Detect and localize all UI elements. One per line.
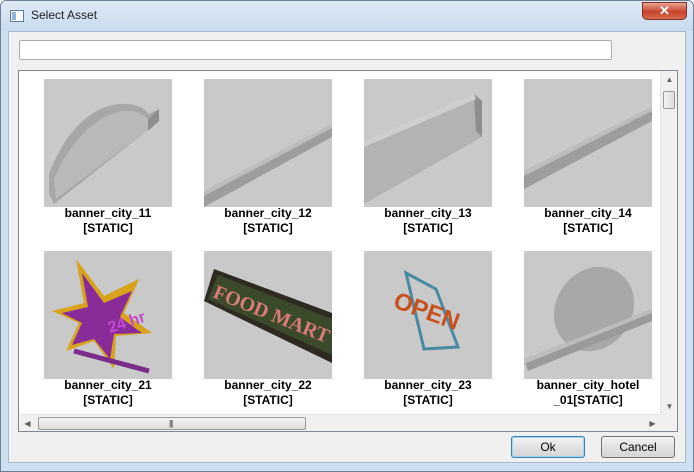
asset-name: banner_city_12: [224, 206, 312, 220]
scroll-down-icon[interactable]: ▼: [661, 398, 677, 415]
asset-tile[interactable]: 24 hr banner_city_21 [STATIC]: [34, 251, 184, 421]
asset-grid: banner_city_11 [STATIC] banner_city_12 […: [18, 70, 678, 432]
starburst-sign-icon: 24 hr: [52, 259, 152, 374]
asset-type: _01[STATIC]: [553, 393, 623, 407]
asset-caption: banner_city_21 [STATIC]: [28, 378, 188, 408]
asset-thumbnail: [524, 79, 652, 207]
asset-tile[interactable]: FOOD MART banner_city_22 [STATIC]: [194, 251, 344, 421]
asset-tile[interactable]: banner_city_12 [STATIC]: [194, 79, 344, 249]
asset-type: [STATIC]: [83, 221, 133, 235]
window-title: Select Asset: [31, 8, 98, 22]
asset-thumbnail: 24 hr: [44, 251, 172, 379]
asset-thumbnail: [524, 251, 652, 379]
asset-thumbnail: [44, 79, 172, 207]
select-asset-dialog: Select Asset ✕ banner_city_11 [STATIC] b…: [0, 0, 694, 472]
food-mart-sign-icon: FOOD MART: [204, 269, 332, 363]
hotel-sign-icon: [524, 266, 652, 371]
asset-tile[interactable]: banner_city_14 [STATIC]: [514, 79, 664, 249]
asset-type: [STATIC]: [243, 393, 293, 407]
asset-tile[interactable]: banner_city_13 [STATIC]: [354, 79, 504, 249]
asset-thumbnail: [364, 79, 492, 207]
asset-type: [STATIC]: [243, 221, 293, 235]
asset-tile[interactable]: banner_city_hotel _01[STATIC]: [514, 251, 664, 421]
asset-type: [STATIC]: [403, 221, 453, 235]
search-input[interactable]: [19, 40, 612, 60]
ok-button[interactable]: Ok: [511, 436, 585, 458]
asset-caption: banner_city_12 [STATIC]: [188, 206, 348, 236]
scroll-up-icon[interactable]: ▲: [661, 71, 677, 88]
asset-caption: banner_city_14 [STATIC]: [508, 206, 668, 236]
asset-name: banner_city_11: [64, 206, 152, 220]
asset-name: banner_city_hotel: [536, 378, 640, 392]
title-bar[interactable]: Select Asset ✕: [1, 1, 693, 31]
asset-tile[interactable]: OPEN banner_city_23 [STATIC]: [354, 251, 504, 421]
asset-caption: banner_city_hotel _01[STATIC]: [508, 378, 668, 408]
asset-caption: banner_city_11 [STATIC]: [28, 206, 188, 236]
banner-mesh-icon: [204, 124, 332, 207]
asset-type: [STATIC]: [563, 221, 613, 235]
open-text: OPEN: [390, 287, 463, 336]
vertical-scroll-thumb[interactable]: [663, 91, 675, 109]
scrollbar-corner: [660, 414, 677, 431]
horizontal-scroll-thumb[interactable]: |||: [38, 417, 306, 430]
horizontal-scrollbar[interactable]: ◀ ||| ▶: [19, 414, 661, 431]
grip-icon: |||: [169, 419, 173, 428]
banner-mesh-icon: [364, 94, 482, 204]
asset-thumbnail: FOOD MART: [204, 251, 332, 379]
scroll-right-icon[interactable]: ▶: [644, 415, 661, 431]
asset-name: banner_city_23: [384, 378, 472, 392]
asset-tile[interactable]: banner_city_11 [STATIC]: [34, 79, 184, 249]
banner-mesh-icon: [49, 103, 159, 204]
asset-thumbnail: [204, 79, 332, 207]
asset-caption: banner_city_23 [STATIC]: [348, 378, 508, 408]
scroll-left-icon[interactable]: ◀: [19, 415, 36, 431]
asset-type: [STATIC]: [403, 393, 453, 407]
window-icon: [10, 10, 24, 22]
open-sign-icon: OPEN: [390, 270, 463, 351]
close-button[interactable]: ✕: [642, 2, 687, 20]
asset-name: banner_city_13: [384, 206, 472, 220]
asset-name: banner_city_22: [224, 378, 312, 392]
asset-name: banner_city_21: [64, 378, 152, 392]
asset-caption: banner_city_22 [STATIC]: [188, 378, 348, 408]
dialog-body: banner_city_11 [STATIC] banner_city_12 […: [8, 31, 686, 463]
banner-mesh-icon: [524, 107, 652, 189]
asset-name: banner_city_14: [544, 206, 632, 220]
asset-type: [STATIC]: [83, 393, 133, 407]
asset-caption: banner_city_13 [STATIC]: [348, 206, 508, 236]
asset-thumbnail: OPEN: [364, 251, 492, 379]
vertical-scrollbar[interactable]: ▲ ▼: [660, 71, 677, 415]
cancel-button[interactable]: Cancel: [601, 436, 675, 458]
